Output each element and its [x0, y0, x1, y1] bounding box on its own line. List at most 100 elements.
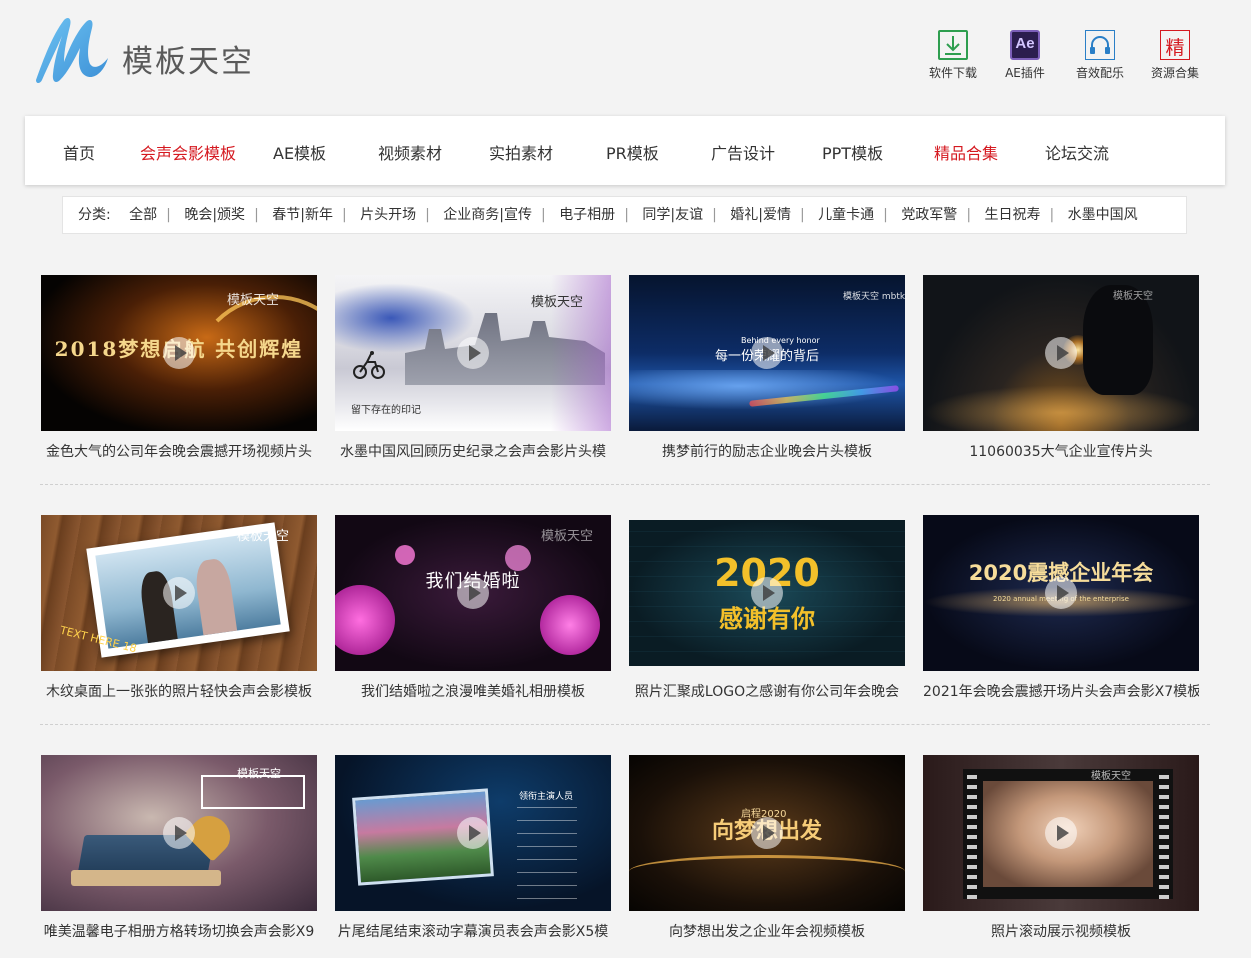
nav-live-footage[interactable]: 实拍素材: [489, 140, 553, 164]
thumbnail-text: 留下存在的印记: [351, 405, 421, 416]
category-all[interactable]: 全部: [129, 207, 157, 223]
separator: |: [883, 207, 888, 223]
category-classmates[interactable]: 同学|友谊: [642, 207, 703, 223]
nav-ppt-templates[interactable]: PPT模板: [822, 140, 883, 164]
template-thumbnail[interactable]: 2020震撼企业年会 2020 annual meeting of the en…: [923, 515, 1199, 671]
separator: |: [541, 207, 546, 223]
main-nav: 首页 会声会影模板 AE模板 视频素材 实拍素材 PR模板 广告设计 PPT模板…: [25, 116, 1225, 185]
category-gala-awards[interactable]: 晚会|颁奖: [184, 207, 245, 223]
ae-glyph: Ae: [1015, 35, 1035, 52]
category-photo-album[interactable]: 电子相册: [559, 207, 615, 223]
template-thumbnail[interactable]: 模板天空: [41, 755, 317, 911]
template-card: 模板天空 照片滚动展示视频模板: [923, 755, 1199, 940]
play-icon: [163, 817, 195, 849]
category-business[interactable]: 企业商务|宣传: [443, 207, 532, 223]
ae-icon: Ae: [1010, 30, 1040, 60]
template-title[interactable]: 片尾结尾结束滚动字幕演员表会声会影X5模: [335, 921, 611, 941]
tool-label: 软件下载: [928, 66, 977, 80]
separator: |: [425, 207, 430, 223]
thumbnail-text: 领衔主演人员: [519, 792, 574, 802]
site-logo[interactable]: 模板天空: [34, 14, 274, 86]
category-intro[interactable]: 片头开场: [360, 207, 416, 223]
nav-home[interactable]: 首页: [63, 140, 95, 164]
template-title[interactable]: 11060035大气企业宣传片头: [923, 441, 1199, 461]
watermark: 模板天空: [531, 295, 584, 310]
download-icon: [938, 30, 968, 60]
tool-resource-collection[interactable]: 精 资源合集: [1140, 30, 1210, 81]
watermark: 模板天空: [237, 767, 281, 780]
separator: |: [966, 207, 972, 223]
tool-software-download[interactable]: 软件下载: [918, 30, 988, 81]
jing-glyph: 精: [1165, 37, 1185, 59]
template-title[interactable]: 向梦想出发之企业年会视频模板: [629, 921, 905, 941]
nav-ad-design[interactable]: 广告设计: [711, 140, 775, 164]
nav-video-footage[interactable]: 视频素材: [378, 140, 442, 164]
template-title[interactable]: 我们结婚啦之浪漫唯美婚礼相册模板: [335, 681, 611, 701]
separator: |: [166, 207, 171, 223]
template-title[interactable]: 金色大气的公司年会晚会震撼开场视频片头: [41, 441, 317, 461]
template-card: 模板天空 mbtk.com Behind every honor 每一份荣耀的背…: [629, 275, 905, 460]
play-icon: [751, 577, 783, 609]
watermark: 模板天空 mbtk.com: [843, 292, 905, 302]
template-thumbnail[interactable]: 模板天空 留下存在的印记: [335, 275, 611, 431]
template-card: 模板天空 2018梦想启航 共创辉煌 金色大气的公司年会晚会震撼开场视频片头: [41, 275, 317, 460]
category-birthday[interactable]: 生日祝寿: [984, 207, 1040, 223]
template-title[interactable]: 照片滚动展示视频模板: [923, 921, 1199, 941]
cyclist-icon: [353, 351, 385, 379]
template-title[interactable]: 水墨中国风回顾历史纪录之会声会影片头模: [335, 441, 611, 461]
play-icon: [1045, 577, 1077, 609]
nav-huisheng-templates[interactable]: 会声会影模板: [140, 140, 236, 164]
headphones-icon: [1085, 30, 1115, 60]
category-wedding[interactable]: 婚礼|爱情: [730, 207, 791, 223]
play-icon: [457, 337, 489, 369]
template-thumbnail[interactable]: 领衔主演人员: [335, 755, 611, 911]
nav-premium-collection[interactable]: 精品合集: [934, 140, 998, 164]
tool-sound-music[interactable]: 音效配乐: [1065, 30, 1135, 81]
category-ink-chinese[interactable]: 水墨中国风: [1068, 207, 1138, 223]
separator: |: [1049, 207, 1055, 223]
template-card: 模板天空 留下存在的印记 水墨中国风回顾历史纪录之会声会影片头模: [335, 275, 611, 460]
template-card: 模板天空 唯美温馨电子相册方格转场切换会声会影X9: [41, 755, 317, 940]
nav-pr-templates[interactable]: PR模板: [606, 140, 659, 164]
logo-m-icon: [36, 18, 108, 83]
template-card: 2020震撼企业年会 2020 annual meeting of the en…: [923, 515, 1199, 700]
template-thumbnail[interactable]: 启程2020 向梦想出发: [629, 755, 905, 911]
watermark: 模板天空: [1113, 291, 1153, 302]
category-filter-bar: 分类: 全部 | 晚会|颁奖 | 春节|新年 | 片头开场 | 企业商务|宣传 | 电子相…: [62, 196, 1187, 234]
template-title[interactable]: 唯美温馨电子相册方格转场切换会声会影X9: [41, 921, 317, 941]
category-spring-newyear[interactable]: 春节|新年: [272, 207, 333, 223]
row-divider: [40, 484, 1210, 485]
tool-links: 软件下载 Ae AE插件 音效配乐 精 资源合集: [918, 30, 1208, 90]
template-card: 启程2020 向梦想出发 向梦想出发之企业年会视频模板: [629, 755, 905, 940]
category-party-military[interactable]: 党政军警: [901, 207, 957, 223]
category-kids-cartoon[interactable]: 儿童卡通: [818, 207, 874, 223]
separator: |: [712, 207, 717, 223]
template-title[interactable]: 照片汇聚成LOGO之感谢有你公司年会晚会: [629, 681, 905, 701]
tool-ae-plugins[interactable]: Ae AE插件: [990, 30, 1060, 81]
site-header: 模板天空 软件下载 Ae AE插件 音效配乐 精 资源合集: [0, 0, 1251, 110]
tool-label: 资源合集: [1150, 66, 1199, 80]
template-thumbnail[interactable]: 2020 感谢有你: [629, 515, 905, 671]
logo-text: 模板天空: [122, 44, 254, 80]
jing-icon: 精: [1160, 30, 1190, 60]
template-title[interactable]: 携梦前行的励志企业晚会片头模板: [629, 441, 905, 461]
template-card: 模板天空 11060035大气企业宣传片头: [923, 275, 1199, 460]
watermark: 模板天空: [237, 529, 290, 544]
template-thumbnail[interactable]: 模板天空 TEXT HERE 18: [41, 515, 317, 671]
tool-label: AE插件: [1005, 66, 1045, 80]
template-thumbnail[interactable]: 模板天空: [923, 755, 1199, 911]
tool-label: 音效配乐: [1075, 66, 1124, 80]
template-thumbnail[interactable]: 模板天空 我们结婚啦: [335, 515, 611, 671]
template-thumbnail[interactable]: 模板天空 2018梦想启航 共创辉煌: [41, 275, 317, 431]
play-icon: [751, 817, 783, 849]
template-card: 模板天空 TEXT HERE 18 木纹桌面上一张张的照片轻快会声会影模板: [41, 515, 317, 700]
nav-ae-templates[interactable]: AE模板: [273, 140, 326, 164]
play-icon: [457, 817, 489, 849]
row-divider: [40, 724, 1210, 725]
template-thumbnail[interactable]: 模板天空 mbtk.com Behind every honor 每一份荣耀的背…: [629, 275, 905, 431]
template-title[interactable]: 木纹桌面上一张张的照片轻快会声会影模板: [41, 681, 317, 701]
template-title[interactable]: 2021年会晚会震撼开场片头会声会影X7模板: [923, 681, 1199, 701]
nav-forum[interactable]: 论坛交流: [1045, 140, 1109, 164]
template-thumbnail[interactable]: 模板天空: [923, 275, 1199, 431]
separator: |: [341, 207, 347, 223]
